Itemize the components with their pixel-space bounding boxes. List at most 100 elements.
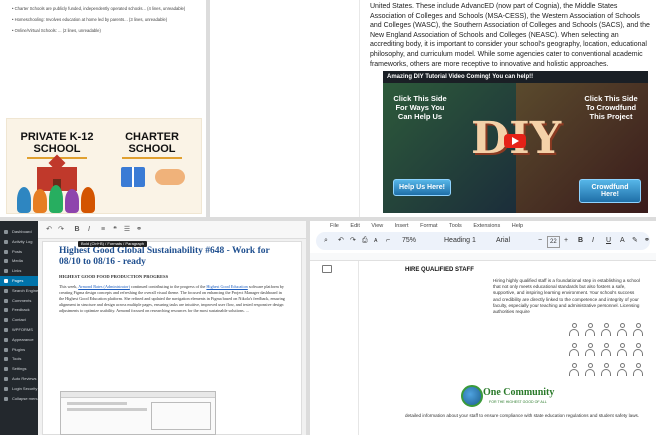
menu-extensions[interactable]: Extensions xyxy=(473,223,500,229)
paragraph-charter: • Charter Schools are publicly funded, i… xyxy=(12,6,186,11)
undo-icon[interactable]: ↶ xyxy=(338,232,344,250)
sidebar-item-login-security[interactable]: Login Security xyxy=(0,384,38,394)
menu-view[interactable]: View xyxy=(371,223,383,229)
person-icon xyxy=(633,343,643,356)
outline-icon[interactable] xyxy=(322,265,332,273)
menu-bar: File Edit View Insert Format Tools Exten… xyxy=(310,221,656,231)
person-icon xyxy=(569,343,579,356)
charter-school-label: CHARTER SCHOOL xyxy=(107,131,197,159)
sidebar-item-posts[interactable]: Posts xyxy=(0,247,38,257)
wordpress-editor-window: Dashboard Activity Log Posts Media Links… xyxy=(0,221,306,435)
crowdfund-button[interactable]: Crowdfund Here! xyxy=(579,179,641,203)
footer-paragraph: detailed information about your staff to… xyxy=(405,413,640,418)
print-icon[interactable]: ⎙ xyxy=(362,232,368,250)
author-link[interactable]: Armond Bates (Administrator) xyxy=(78,284,130,289)
project-link[interactable]: Highest Good Education xyxy=(206,284,247,289)
play-icon[interactable] xyxy=(504,134,526,148)
sidebar-item-tools[interactable]: Tools xyxy=(0,354,38,364)
sidebar-item-activity-log[interactable]: Activity Log xyxy=(0,237,38,247)
link-icon[interactable]: ⚭ xyxy=(644,232,650,250)
sidebar-item-settings[interactable]: Settings xyxy=(0,364,38,374)
student-figure xyxy=(65,189,79,213)
style-select[interactable]: Heading 1 xyxy=(444,232,476,250)
person-icon xyxy=(633,363,643,376)
formatting-toolbar: ⌕ ↶ ↷ ⎙ ᴀ ⌐ 75% Heading 1 Arial − 22 + B… xyxy=(316,232,650,250)
italic-icon[interactable]: I xyxy=(84,225,94,235)
sidebar-item-auto-reviews[interactable]: Auto Reviews xyxy=(0,374,38,384)
sidebar-item-comments[interactable]: Comments xyxy=(0,296,38,306)
menu-insert[interactable]: Insert xyxy=(395,223,409,229)
video-right-caption: Click This Side To Crowdfund This Projec… xyxy=(584,94,638,121)
font-select[interactable]: Arial xyxy=(496,232,510,250)
menu-edit[interactable]: Edit xyxy=(350,223,359,229)
body-paragraph: Hiring highly qualified staff is a found… xyxy=(493,278,641,315)
student-figure xyxy=(81,187,95,213)
person-icon xyxy=(569,323,579,336)
person-icon xyxy=(633,323,643,336)
person-icon xyxy=(617,363,627,376)
font-size-increase-icon[interactable]: + xyxy=(564,232,568,250)
student-figure xyxy=(17,187,31,213)
video-left-caption: Click This Side For Ways You Can Help Us xyxy=(393,94,447,121)
person-icon xyxy=(601,343,611,356)
paragraph-online: • Online/Virtual Schools: ... (2 lines, … xyxy=(12,28,101,33)
font-size-input[interactable]: 22 xyxy=(547,236,560,248)
student-figure xyxy=(49,185,63,213)
outline-panel xyxy=(310,261,358,435)
italic-button[interactable]: I xyxy=(592,232,594,250)
blank-page-area xyxy=(210,0,360,217)
spellcheck-icon[interactable]: ᴀ xyxy=(374,232,377,250)
handshake-icon xyxy=(155,169,185,185)
sidebar-item-wpforms[interactable]: WPFORMS xyxy=(0,325,38,335)
person-icon xyxy=(585,343,595,356)
menu-tools[interactable]: Tools xyxy=(449,223,462,229)
editor-toolbar: ↶ ↷ B I ≡ ❝ ☰ ⚭ xyxy=(38,221,306,239)
sidebar-item-pages[interactable]: Pages xyxy=(0,275,38,286)
link-icon[interactable]: ⚭ xyxy=(134,225,144,235)
format-tooltip: Bold (Ctrl+B) / Formats / Paragraph xyxy=(78,241,148,247)
zoom-select[interactable]: 75% xyxy=(402,232,416,250)
help-us-button[interactable]: Help Us Here! xyxy=(393,179,451,196)
sidebar-item-media[interactable]: Media xyxy=(0,256,38,266)
quote-icon[interactable]: ❝ xyxy=(110,225,120,235)
undo-icon[interactable]: ↶ xyxy=(44,225,54,235)
document-body: • Charter Schools are publicly funded, i… xyxy=(0,0,206,34)
post-paragraph: This week, Armond Bates (Administrator) … xyxy=(59,284,285,313)
google-docs-window: File Edit View Insert Format Tools Exten… xyxy=(310,221,656,435)
sidebar-item-search-engines[interactable]: Search Engines xyxy=(0,286,38,296)
sidebar-item-dashboard[interactable]: Dashboard xyxy=(0,227,38,237)
highlight-icon[interactable]: ✎ xyxy=(632,232,638,250)
sidebar-item-collapse-menu[interactable]: Collapse menu xyxy=(0,394,38,404)
section-heading: HIGHEST GOOD FOOD PRODUCTION PROGRESS xyxy=(59,274,169,279)
one-community-logo: One Community FOR THE HIGHEST GOOD OF AL… xyxy=(459,383,559,411)
embedded-screenshot xyxy=(60,391,216,435)
search-icon[interactable]: ⌕ xyxy=(324,232,328,250)
diy-video-banner[interactable]: Amazing DIY Tutorial Video Coming! You c… xyxy=(383,71,648,213)
list-icon[interactable]: ≡ xyxy=(98,225,108,235)
school-types-illustration: PRIVATE K-12 SCHOOL CHARTER SCHOOL xyxy=(6,118,202,214)
admin-sidebar: Dashboard Activity Log Posts Media Links… xyxy=(0,221,38,435)
accreditation-paragraph: United States. These include AdvancED (n… xyxy=(370,3,650,68)
sidebar-item-feedback[interactable]: Feedback xyxy=(0,305,38,315)
menu-file[interactable]: File xyxy=(330,223,339,229)
font-size-decrease-icon[interactable]: − xyxy=(538,232,542,250)
underline-button[interactable]: U xyxy=(606,232,611,250)
bold-icon[interactable]: B xyxy=(72,225,82,235)
section-heading: HIRE QUALIFIED STAFF xyxy=(405,267,474,273)
sidebar-item-appearance[interactable]: Appearance xyxy=(0,335,38,345)
menu-format[interactable]: Format xyxy=(420,223,437,229)
document-page[interactable]: HIRE QUALIFIED STAFF Hiring highly quali… xyxy=(358,261,648,435)
redo-icon[interactable]: ↷ xyxy=(56,225,66,235)
menu-help[interactable]: Help xyxy=(512,223,523,229)
sidebar-item-contact[interactable]: Contact xyxy=(0,315,38,325)
ruler[interactable] xyxy=(310,253,656,261)
document-window-charter-schools: • Charter Schools are publicly funded, i… xyxy=(0,0,206,217)
bold-button[interactable]: B xyxy=(578,232,583,250)
paint-format-icon[interactable]: ⌐ xyxy=(386,232,390,250)
align-icon[interactable]: ☰ xyxy=(122,225,132,235)
text-color-icon[interactable]: A xyxy=(620,232,625,250)
sidebar-item-plugins[interactable]: Plugins xyxy=(0,345,38,355)
document-window-accreditation: United States. These include AdvancED (n… xyxy=(210,0,656,217)
sidebar-item-links[interactable]: Links xyxy=(0,266,38,276)
redo-icon[interactable]: ↷ xyxy=(350,232,356,250)
